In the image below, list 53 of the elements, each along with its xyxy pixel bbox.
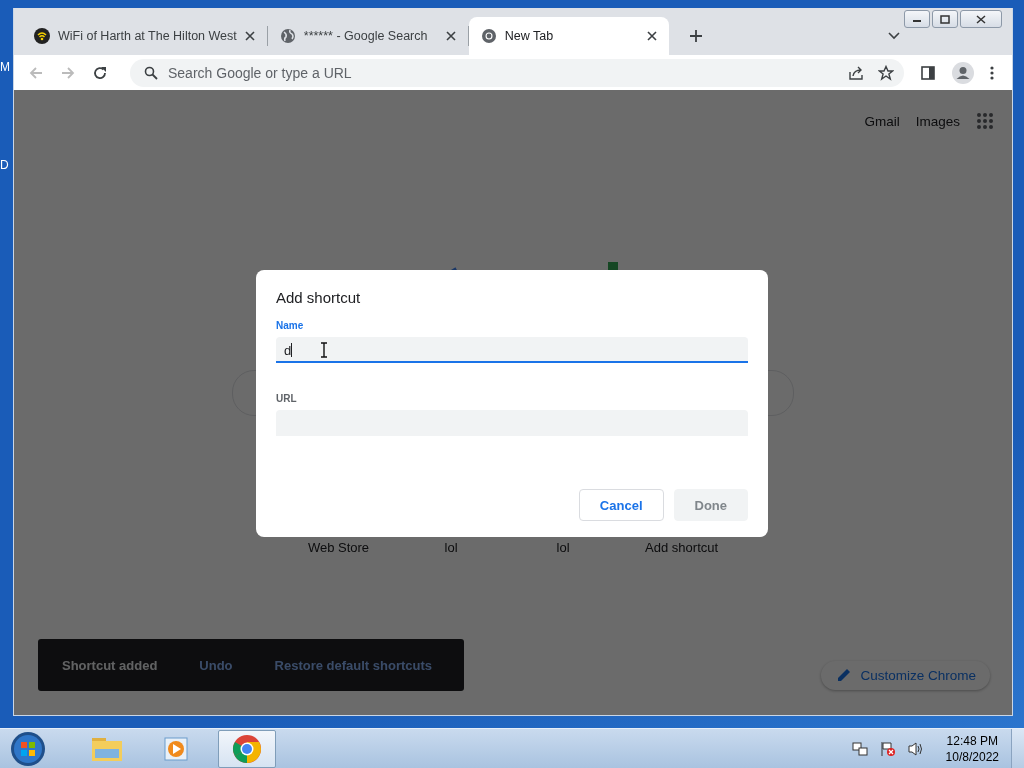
- side-panel-icon[interactable]: [920, 64, 936, 81]
- shortcut-tile[interactable]: lol: [533, 540, 594, 555]
- network-icon[interactable]: [851, 740, 868, 757]
- profile-icon[interactable]: [952, 61, 974, 84]
- share-icon[interactable]: [848, 64, 864, 81]
- minimize-button[interactable]: [904, 10, 930, 28]
- toast-message: Shortcut added: [62, 657, 158, 673]
- field-label: Name: [276, 320, 305, 331]
- star-icon[interactable]: [878, 64, 894, 81]
- start-button[interactable]: [10, 730, 46, 767]
- browser-tab[interactable]: WiFi of Harth at The Hilton West: [22, 17, 267, 55]
- clock-time[interactable]: 12:48 PM: [946, 732, 998, 749]
- new-tab-icon[interactable]: [688, 29, 703, 43]
- dialog-title: Add shortcut: [276, 289, 362, 306]
- maximize-icon: [940, 14, 950, 24]
- search-icon: [144, 65, 158, 80]
- field-label: URL: [276, 393, 298, 404]
- menu-icon[interactable]: [990, 65, 994, 80]
- media-player-icon: [163, 734, 191, 763]
- toast-action[interactable]: Restore default shortcuts: [274, 657, 433, 673]
- apps-grid-icon[interactable]: [976, 112, 994, 130]
- shortcut-tile[interactable]: Web Store: [307, 540, 370, 555]
- browser-tab[interactable]: ****** - Google Search: [267, 17, 468, 55]
- chrome-icon: [232, 733, 262, 764]
- taskbar-button[interactable]: [218, 729, 276, 768]
- close-button[interactable]: [960, 10, 1002, 28]
- wifi-icon: [34, 28, 50, 44]
- close-icon: [976, 14, 986, 24]
- customize-button[interactable]: Customize Chrome: [821, 660, 990, 690]
- maximize-button[interactable]: [932, 10, 958, 28]
- header-link[interactable]: Images: [915, 113, 960, 129]
- address-bar[interactable]: Search Google or type a URL: [130, 58, 904, 87]
- close-icon[interactable]: [445, 31, 456, 41]
- shortcut-tile[interactable]: Add shortcut: [645, 540, 719, 555]
- chevron-down-icon[interactable]: [888, 32, 900, 40]
- text-cursor-icon: [320, 342, 328, 358]
- desktop-icon-label: D: [0, 158, 10, 172]
- close-icon[interactable]: [646, 31, 657, 41]
- input-field[interactable]: d: [276, 337, 748, 363]
- desktop-icon-label: M: [0, 60, 11, 74]
- flag-icon[interactable]: [879, 740, 896, 757]
- close-icon[interactable]: [244, 31, 255, 41]
- reload-icon[interactable]: [92, 64, 108, 81]
- shortcut-tile[interactable]: lol: [421, 540, 482, 555]
- globe-icon: [279, 28, 296, 44]
- speaker-icon[interactable]: [907, 740, 924, 757]
- toast-action[interactable]: Undo: [199, 657, 233, 673]
- browser-tab[interactable]: New Tab: [468, 17, 669, 55]
- dialog-button[interactable]: Cancel: [578, 489, 664, 521]
- clock-date[interactable]: 10/8/2022: [945, 748, 999, 765]
- chrome-icon: [480, 28, 497, 44]
- header-link[interactable]: Gmail: [864, 113, 900, 129]
- pencil-icon: [837, 668, 852, 682]
